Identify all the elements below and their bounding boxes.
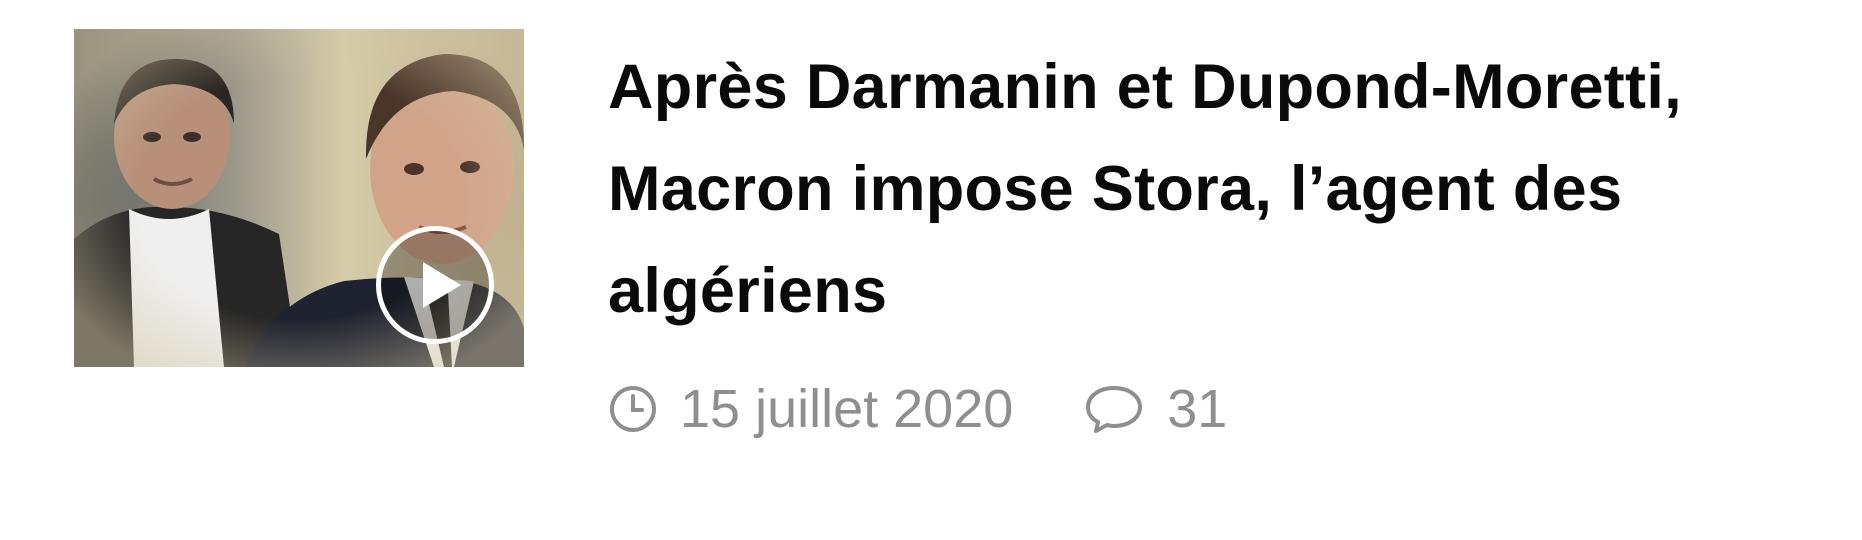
post-thumbnail[interactable]: [74, 29, 524, 367]
post-meta: 15 juillet 2020 31: [608, 376, 1227, 442]
post-date: 15 juillet 2020: [680, 379, 1014, 439]
speech-bubble-icon: [1083, 383, 1145, 435]
comments-link[interactable]: 31: [1083, 378, 1227, 440]
post-title[interactable]: Après Darmanin et Dupond-Moretti, Macron…: [608, 36, 1788, 342]
comment-count: 31: [1167, 379, 1228, 439]
post-card: Après Darmanin et Dupond-Moretti, Macron…: [0, 0, 1862, 540]
play-icon[interactable]: [376, 226, 494, 344]
clock-icon: [608, 384, 658, 434]
